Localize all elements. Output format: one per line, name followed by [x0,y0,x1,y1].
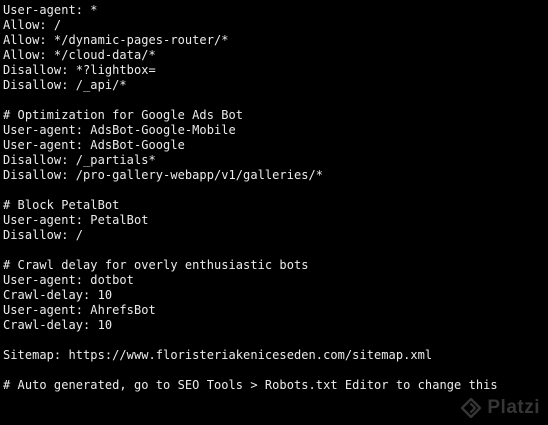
platzi-watermark: Platzi [461,397,540,419]
text-line [3,93,543,108]
text-line: Disallow: /_partials* [3,153,156,167]
text-line [3,243,543,258]
platzi-logo-icon [461,398,482,418]
text-line [3,183,543,198]
text-line: # Optimization for Google Ads Bot [3,108,244,122]
watermark-text: Platzi [487,397,540,418]
text-line: Allow: */cloud-data/* [3,48,156,62]
text-line: Disallow: /pro-gallery-webapp/v1/galleri… [3,168,324,182]
text-line: # Crawl delay for overly enthusiastic bo… [3,258,309,272]
text-line: User-agent: AdsBot-Google-Mobile [3,123,236,137]
text-line [3,333,543,348]
text-line: # Auto generated, go to SEO Tools > Robo… [3,378,498,392]
text-line: # Block PetalBot [3,198,120,212]
text-line: Crawl-delay: 10 [3,318,113,332]
text-line: Disallow: /_api/* [3,78,127,92]
text-line: User-agent: AhrefsBot [3,303,156,317]
text-line [3,363,543,378]
text-line: Allow: / [3,18,62,32]
text-line: User-agent: AdsBot-Google [3,138,185,152]
text-line: User-agent: dotbot [3,273,134,287]
text-line: Disallow: / [3,228,84,242]
robots-txt-content: User-agent: * Allow: / Allow: */dynamic-… [3,3,543,393]
text-line: User-agent: PetalBot [3,213,149,227]
terminal-window: User-agent: * Allow: / Allow: */dynamic-… [0,0,548,425]
text-line: Sitemap: https://www.floristeriakenicese… [3,348,433,362]
text-line: Allow: */dynamic-pages-router/* [3,33,229,47]
text-line: Disallow: *?lightbox= [3,63,156,77]
text-line: Crawl-delay: 10 [3,288,113,302]
text-line: User-agent: * [3,3,98,17]
